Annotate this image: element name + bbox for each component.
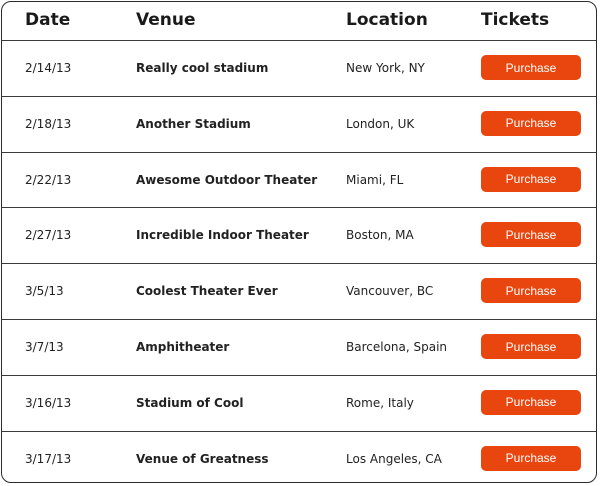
row-location: Miami, FL	[346, 172, 404, 187]
purchase-button[interactable]: Purchase	[481, 334, 581, 359]
row-location: London, UK	[346, 116, 415, 131]
row-location: New York, NY	[346, 61, 425, 75]
tickets-table: Date Venue Location Tickets 2/14/13 Real…	[1, 1, 597, 483]
purchase-button[interactable]: Purchase	[481, 389, 581, 415]
row-date: 2/18/13	[25, 116, 72, 131]
row-venue: Awesome Outdoor Theater	[136, 172, 318, 187]
purchase-button[interactable]: Purchase	[481, 222, 581, 248]
row-location: Los Angeles, CA	[346, 451, 442, 466]
purchase-button[interactable]: Purchase	[481, 445, 581, 471]
row-venue: Amphitheater	[136, 340, 230, 354]
table-row: 3/5/13 Coolest Theater Ever Vancouver, B…	[2, 264, 596, 320]
header-date: Date	[25, 10, 71, 30]
row-location: Rome, Italy	[346, 395, 414, 410]
row-venue: Really cool stadium	[136, 61, 269, 75]
purchase-button[interactable]: Purchase	[481, 166, 581, 192]
purchase-button[interactable]: Purchase	[481, 110, 581, 136]
row-venue: Another Stadium	[136, 116, 251, 131]
row-date: 2/22/13	[25, 172, 72, 187]
row-location: Vancouver, BC	[346, 284, 434, 299]
header-venue: Venue	[136, 10, 196, 30]
row-date: 3/17/13	[25, 451, 72, 466]
purchase-button[interactable]: Purchase	[481, 278, 581, 304]
header-location: Location	[346, 10, 428, 30]
table-row: 2/18/13 Another Stadium London, UK Purch…	[2, 97, 596, 153]
purchase-button[interactable]: Purchase	[481, 55, 581, 80]
table-row: 3/7/13 Amphitheater Barcelona, Spain Pur…	[2, 320, 596, 376]
row-location: Boston, MA	[346, 228, 414, 243]
row-date: 3/5/13	[25, 284, 64, 299]
row-venue: Coolest Theater Ever	[136, 284, 278, 299]
row-date: 3/7/13	[25, 340, 64, 354]
row-venue: Stadium of Cool	[136, 395, 244, 410]
row-date: 3/16/13	[25, 395, 72, 410]
row-date: 2/14/13	[25, 61, 72, 75]
row-venue: Incredible Indoor Theater	[136, 228, 309, 243]
table-header: Date Venue Location Tickets	[2, 2, 596, 41]
header-tickets: Tickets	[481, 10, 550, 30]
row-date: 2/27/13	[25, 228, 72, 243]
table-row: 3/16/13 Stadium of Cool Rome, Italy Purc…	[2, 376, 596, 432]
table-row: 2/27/13 Incredible Indoor Theater Boston…	[2, 208, 596, 265]
row-location: Barcelona, Spain	[346, 340, 448, 354]
row-venue: Venue of Greatness	[136, 451, 269, 466]
table-row: 2/14/13 Really cool stadium New York, NY…	[2, 41, 596, 97]
table-row: 3/17/13 Venue of Greatness Los Angeles, …	[2, 432, 596, 482]
table-row: 2/22/13 Awesome Outdoor Theater Miami, F…	[2, 153, 596, 209]
